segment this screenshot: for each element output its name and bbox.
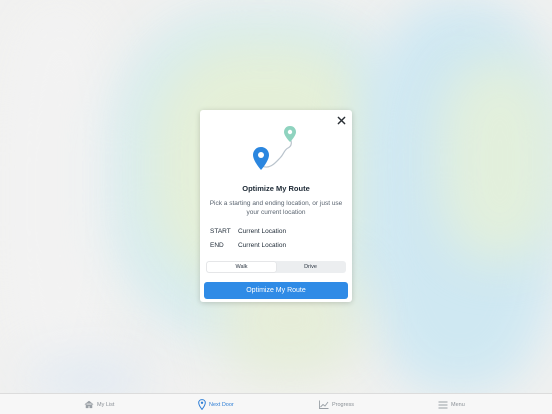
tab-progress[interactable]: Progress bbox=[319, 399, 354, 410]
chart-icon bbox=[319, 400, 329, 409]
tab-next-door[interactable]: Next Door bbox=[198, 399, 234, 410]
start-value[interactable]: Current Location bbox=[238, 228, 286, 235]
tab-label: Menu bbox=[451, 401, 465, 408]
close-button[interactable] bbox=[335, 114, 347, 126]
dialog-title: Optimize My Route bbox=[242, 184, 310, 193]
tab-label: Next Door bbox=[209, 401, 234, 408]
start-label: START bbox=[210, 228, 231, 235]
tab-label: My List bbox=[97, 401, 115, 408]
tab-label: Progress bbox=[332, 401, 355, 408]
end-label: END bbox=[210, 242, 224, 249]
dialog-description: Pick a starting and ending location, or … bbox=[209, 200, 343, 216]
drive-option[interactable]: Drive bbox=[276, 262, 345, 272]
menu-icon bbox=[438, 401, 448, 408]
start-location-row[interactable]: START Current Location bbox=[210, 228, 286, 238]
close-icon bbox=[337, 116, 345, 124]
tab-menu[interactable]: Menu bbox=[438, 399, 465, 410]
tab-my-list[interactable]: My List bbox=[84, 399, 114, 410]
optimize-route-button[interactable]: Optimize My Route bbox=[204, 282, 348, 299]
travel-mode-toggle: Walk Drive bbox=[206, 261, 346, 273]
end-location-row[interactable]: END Current Location bbox=[210, 242, 286, 252]
home-icon bbox=[84, 400, 94, 409]
walk-option[interactable]: Walk bbox=[207, 262, 276, 272]
optimize-route-dialog: Optimize My Route Pick a starting and en… bbox=[200, 110, 352, 302]
location-pin-icon bbox=[198, 399, 206, 410]
end-value[interactable]: Current Location bbox=[238, 242, 286, 249]
route-illustration bbox=[253, 126, 296, 170]
teal-map-pin-icon bbox=[284, 126, 296, 142]
bottom-tab-bar: My List Next Door Progress Menu bbox=[0, 393, 552, 414]
